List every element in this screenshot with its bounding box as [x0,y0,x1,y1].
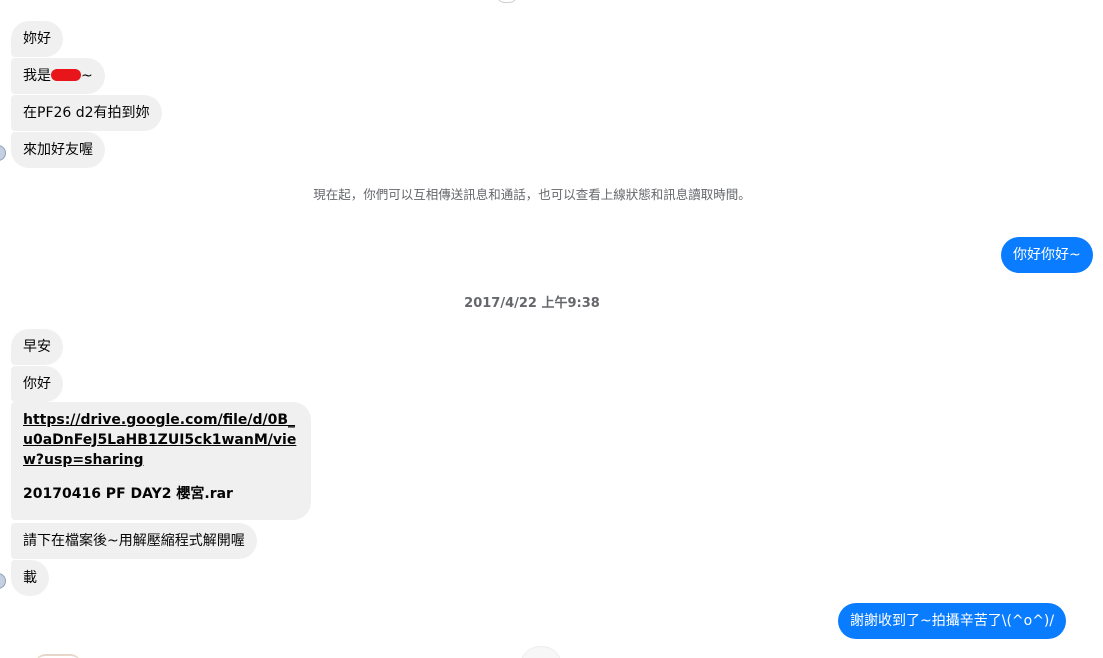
avatar-partial [34,654,82,658]
scroll-indicator-icon [496,0,518,3]
incoming-message[interactable]: 在PF26 d2有拍到妳 [11,95,162,131]
file-share-message[interactable]: https://drive.google.com/file/d/0B_u0aDn… [11,402,311,520]
incoming-message[interactable]: 妳好 [11,21,63,57]
redacted-name [51,69,81,81]
system-notice: 現在起，你們可以互相傳送訊息和通話，也可以查看上線狀態和訊息讀取時間。 [313,187,751,202]
outgoing-message[interactable]: 你好你好~ [1001,237,1093,273]
message-timestamp: 2017/4/22 上午9:38 [464,296,600,311]
incoming-message[interactable]: 我是 ~ [11,58,105,94]
incoming-message[interactable]: 載 [11,560,49,596]
sender-avatar[interactable] [0,145,6,161]
message-text: ~ [81,68,93,84]
incoming-message[interactable]: 請下在檔案後~用解壓縮程式解開喔 [11,523,257,559]
incoming-message[interactable]: 來加好友喔 [11,132,105,168]
drive-link[interactable]: https://drive.google.com/file/d/0B_u0aDn… [23,410,299,470]
incoming-message[interactable]: 早安 [11,329,63,365]
message-text: 我是 [23,68,51,84]
outgoing-message[interactable]: 謝謝收到了~拍攝辛苦了\(^o^)/ [838,603,1067,639]
chat-thread: 妳好 我是 ~ 在PF26 d2有拍到妳 來加好友喔 現在起，你們可以互相傳送訊息… [0,0,1103,658]
attachment-name: 20170416 PF DAY2 櫻宮.rar [23,486,233,502]
sender-avatar[interactable] [0,573,6,589]
scroll-to-bottom-icon[interactable] [520,646,562,658]
incoming-message[interactable]: 你好 [11,366,63,402]
